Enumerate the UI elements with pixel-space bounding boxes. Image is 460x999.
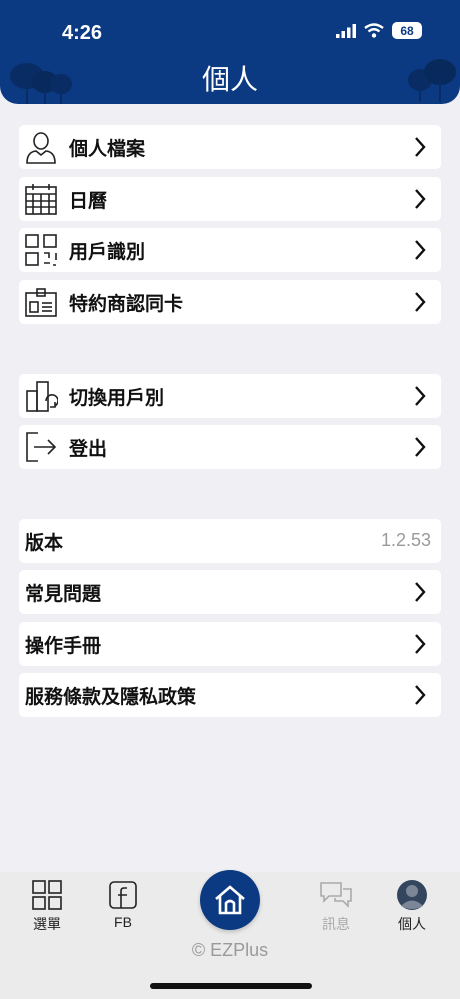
menu-item-label: 日曆 [69, 190, 108, 212]
menu-item-label: 登出 [69, 438, 108, 460]
menu-item-label: 切換用戶別 [69, 387, 165, 409]
tab-label: FB [114, 914, 132, 930]
home-indicator [150, 983, 312, 989]
chevron-right-icon [415, 137, 426, 157]
status-icons: 68 [336, 22, 422, 39]
tab-messages[interactable]: 訊息 [306, 878, 366, 934]
page-title: 個人 [201, 64, 258, 95]
home-button[interactable] [200, 870, 260, 930]
version-value: 1.2.53 [380, 530, 431, 550]
menu-item-merchant-card[interactable]: 特約商認同卡 [19, 280, 441, 324]
menu-item-switch-user[interactable]: 切換用戶別 [19, 374, 441, 418]
menu-item-faq[interactable]: 常見問題 [19, 570, 441, 614]
tab-fb[interactable]: FB [93, 878, 153, 930]
calendar-icon [23, 181, 59, 217]
chevron-right-icon [415, 240, 426, 260]
copyright-text: © EZPlus [191, 940, 269, 960]
menu-item-calendar[interactable]: 日曆 [19, 177, 441, 221]
version-row: 版本 1.2.53 [19, 519, 441, 563]
qr-code-icon [23, 232, 59, 268]
menu-item-profile[interactable]: 個人檔案 [19, 125, 441, 169]
menu-item-user-id[interactable]: 用戶識別 [19, 228, 441, 272]
grid-icon [32, 880, 62, 910]
chevron-right-icon [415, 189, 426, 209]
switch-user-icon [23, 378, 59, 414]
chevron-right-icon [415, 437, 426, 457]
chevron-right-icon [415, 292, 426, 312]
tab-menu[interactable]: 選單 [17, 878, 77, 934]
menu-item-logout[interactable]: 登出 [19, 425, 441, 469]
menu-item-label: 常見問題 [25, 583, 102, 605]
facebook-icon [109, 881, 137, 909]
menu-item-label: 個人檔案 [69, 138, 146, 160]
menu-item-label: 用戶識別 [69, 241, 146, 263]
person-icon [23, 129, 59, 165]
tree-decoration-icon [408, 59, 456, 102]
chat-bubbles-icon [320, 882, 352, 908]
avatar-icon [397, 880, 427, 910]
signal-icon [336, 23, 356, 38]
menu-item-terms[interactable]: 服務條款及隱私政策 [19, 673, 441, 717]
tab-label: 訊息 [322, 916, 350, 932]
menu-item-label: 服務條款及隱私政策 [25, 686, 197, 708]
chevron-right-icon [415, 386, 426, 406]
wifi-icon [364, 23, 384, 38]
menu-item-manual[interactable]: 操作手冊 [19, 622, 441, 666]
tab-personal[interactable]: 個人 [382, 878, 442, 934]
chevron-right-icon [415, 685, 426, 705]
tab-label: 個人 [398, 916, 426, 932]
chevron-right-icon [415, 634, 426, 654]
battery-indicator: 68 [392, 22, 422, 39]
tab-label: 選單 [33, 916, 61, 932]
version-label: 版本 [25, 532, 64, 554]
menu-item-label: 特約商認同卡 [69, 293, 184, 315]
status-time: 4:26 [62, 22, 103, 44]
menu-item-label: 操作手冊 [25, 635, 102, 657]
home-icon [215, 885, 245, 915]
logout-icon [23, 429, 59, 465]
chevron-right-icon [415, 582, 426, 602]
header-bar: 4:26 68 個人 [0, 0, 460, 104]
id-card-icon [23, 284, 59, 320]
